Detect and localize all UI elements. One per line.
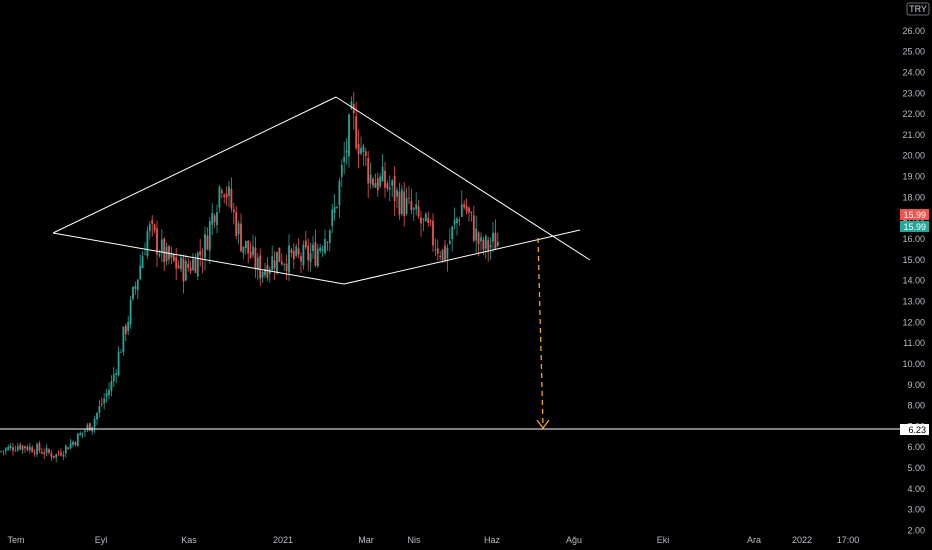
x-tick-label: Eyl [95,535,108,545]
y-tick-label: 18.00 [902,192,925,202]
y-tick-label: 11.00 [903,338,925,348]
x-tick-label: Ağu [566,535,582,545]
y-tick-label: 2.00 [907,526,925,536]
x-tick-label: Tem [7,535,24,545]
x-tick-label: 17:00 [837,535,860,545]
y-tick-label: 10.00 [902,359,925,369]
candle [196,251,199,281]
last-price-label-secondary: 15.99 [903,222,926,232]
y-tick-label: 12.00 [902,317,925,327]
y-tick-label: 16.00 [902,234,925,244]
x-tick-label: Mar [358,535,374,545]
candle [302,240,305,270]
price-chart[interactable]: 2.003.004.005.006.007.008.009.0010.0011.… [0,0,932,550]
y-tick-label: 8.00 [907,401,925,411]
y-tick-label: 23.00 [902,88,925,98]
support-price-badge: 6.23 [900,424,929,435]
last-price-label: 15.99 [903,210,926,220]
currency-badge: TRY [906,2,930,16]
y-tick-label: 9.00 [907,380,925,390]
y-tick-label: 24.00 [902,67,925,77]
candle [76,432,79,447]
candle [122,326,125,356]
x-tick-label: 2021 [273,535,293,545]
candle [278,247,281,263]
candle [146,226,149,260]
y-tick-label: 15.00 [902,255,925,265]
y-tick-label: 19.00 [902,172,925,182]
y-tick-label: 5.00 [907,463,925,473]
candle [132,286,134,301]
y-tick-label: 14.00 [902,276,925,286]
last-price-badge-green: 15.99 [900,221,929,232]
last-price-badge-red: 15.99 [900,209,929,220]
x-tick-label: Nis [408,535,421,545]
y-tick-label: 25.00 [902,47,925,57]
x-tick-label: Kas [181,535,197,545]
x-tick-label: Ara [747,535,761,545]
candle [276,251,278,276]
currency-label: TRY [909,4,927,14]
y-tick-label: 3.00 [907,505,925,515]
y-tick-label: 6.00 [907,442,925,452]
y-tick-label: 21.00 [902,130,925,140]
x-tick-label: Haz [484,535,501,545]
candle [400,185,403,217]
support-price-label: 6.23 [908,425,926,435]
y-tick-label: 13.00 [902,296,925,306]
y-tick-label: 4.00 [907,484,925,494]
y-tick-label: 20.00 [902,151,925,161]
y-tick-label: 26.00 [902,26,925,36]
x-tick-label: Eki [657,535,670,545]
candle [88,422,91,432]
candle [129,295,132,329]
x-tick-label: 2022 [792,535,812,545]
y-tick-label: 22.00 [902,109,925,119]
